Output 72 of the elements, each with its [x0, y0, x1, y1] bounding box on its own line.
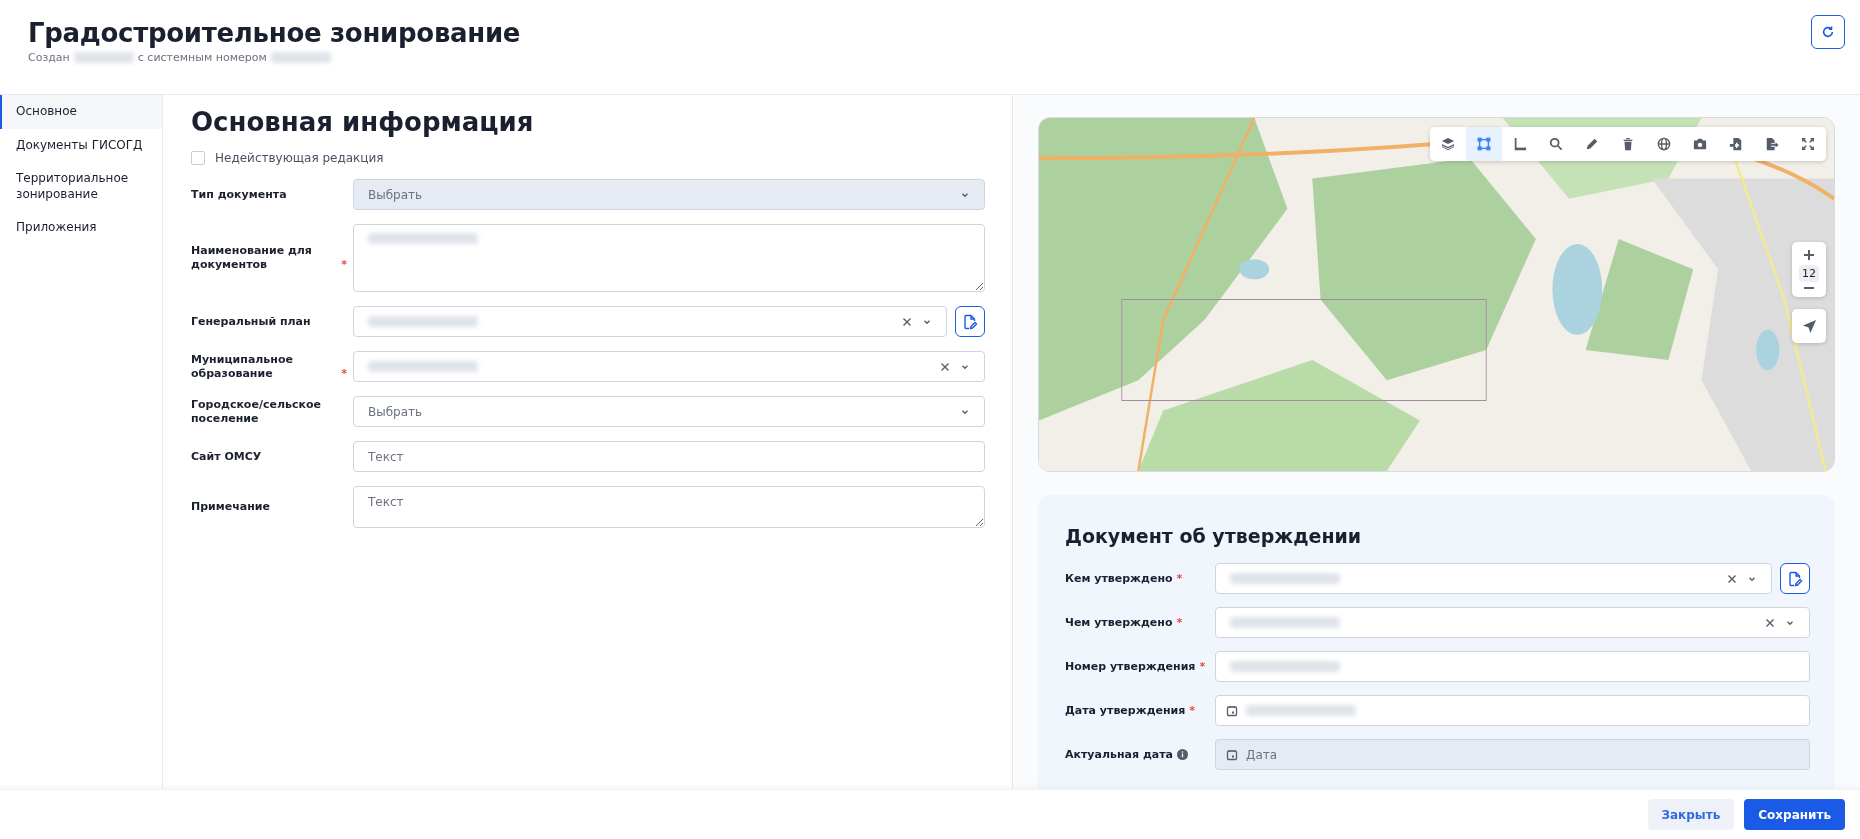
ruler-icon: [1513, 137, 1527, 151]
fullscreen-tool[interactable]: [1790, 127, 1826, 161]
close-button[interactable]: Закрыть: [1647, 799, 1735, 830]
trash-icon: [1621, 137, 1635, 151]
sidebar-item[interactable]: Документы ГИСОГД: [0, 128, 162, 163]
select-field[interactable]: [353, 351, 985, 382]
field-label: Примечание: [191, 500, 270, 514]
clear-icon[interactable]: [940, 361, 950, 372]
field-label: Дата утверждения: [1065, 703, 1186, 718]
field-label: Тип документа: [191, 187, 287, 202]
sidebar-item[interactable]: Приложения: [0, 211, 162, 245]
plus-icon: [1803, 249, 1815, 261]
field-label: Муниципальное образование: [191, 352, 294, 381]
export-icon: [1765, 137, 1779, 151]
clear-icon[interactable]: [1727, 573, 1737, 584]
clear-icon[interactable]: [1765, 617, 1775, 628]
refresh-icon: [1821, 25, 1835, 39]
card-title: Документ об утверждении: [1065, 525, 1363, 547]
field-label: Номер утверждения: [1065, 659, 1196, 674]
search-icon: [1549, 137, 1563, 151]
subtitle: Создан: [28, 51, 70, 64]
field-label: Актуальная дата: [1065, 747, 1173, 762]
fullscreen-icon: [1801, 137, 1815, 151]
clear-icon[interactable]: [902, 316, 912, 327]
required-mark: *: [1189, 703, 1196, 718]
edit-document-button[interactable]: [1780, 563, 1810, 594]
field-label: Кем утверждено: [1065, 571, 1173, 586]
checkbox-label: Недействующая редакция: [215, 151, 384, 165]
field-label: Чем утверждено: [1065, 615, 1173, 630]
text-field[interactable]: [1215, 651, 1810, 682]
field-label: Генеральный план: [191, 314, 311, 329]
zoom-level: 12: [1799, 265, 1819, 282]
import-icon: [1729, 137, 1743, 151]
select-field[interactable]: [1215, 563, 1772, 594]
date-field[interactable]: [1215, 695, 1810, 726]
calendar-icon: [1226, 704, 1238, 717]
page-title: Градостроительное зонирование: [28, 18, 521, 48]
refresh-button[interactable]: [1811, 15, 1845, 49]
field-label: Сайт ОМСУ: [191, 449, 262, 464]
pencil-icon: [1585, 137, 1599, 151]
field-label: Наименование для документов: [191, 244, 313, 272]
document-edit-icon: [1787, 570, 1803, 587]
selection-icon: [1477, 137, 1491, 151]
field-label: Городское/сельское поселение: [191, 397, 322, 426]
document-edit-icon: [962, 313, 978, 330]
select-field[interactable]: [353, 306, 947, 337]
ruler-tool[interactable]: [1502, 127, 1538, 161]
sidebar-item[interactable]: Основное: [0, 95, 162, 129]
navigation-arrow-icon: [1801, 318, 1817, 334]
save-button[interactable]: Сохранить: [1744, 799, 1845, 830]
section-title: Основная информация: [191, 107, 535, 137]
text-field[interactable]: Текст: [353, 441, 985, 472]
checkbox[interactable]: [191, 151, 205, 165]
required-mark: *: [1176, 615, 1183, 630]
edit-document-button[interactable]: [955, 306, 985, 337]
required-mark: *: [341, 366, 347, 381]
globe-icon: [1657, 137, 1671, 151]
required-mark: *: [1199, 659, 1206, 674]
required-mark: *: [341, 258, 347, 272]
sidebar-item[interactable]: Территориальное зонирование: [0, 162, 162, 212]
select-field[interactable]: [1215, 607, 1810, 638]
subtitle: с системным номером: [137, 51, 267, 64]
calendar-icon: [1226, 748, 1238, 761]
locate-button[interactable]: [1792, 309, 1826, 343]
select-field[interactable]: Выбрать: [353, 396, 985, 427]
required-mark: *: [1176, 571, 1183, 586]
camera-icon: [1693, 137, 1707, 151]
layers-tool[interactable]: [1430, 127, 1466, 161]
text-area[interactable]: Текст: [353, 486, 985, 528]
selection-tool[interactable]: [1466, 127, 1502, 161]
minus-icon: [1803, 286, 1815, 290]
layers-icon: [1441, 137, 1455, 151]
